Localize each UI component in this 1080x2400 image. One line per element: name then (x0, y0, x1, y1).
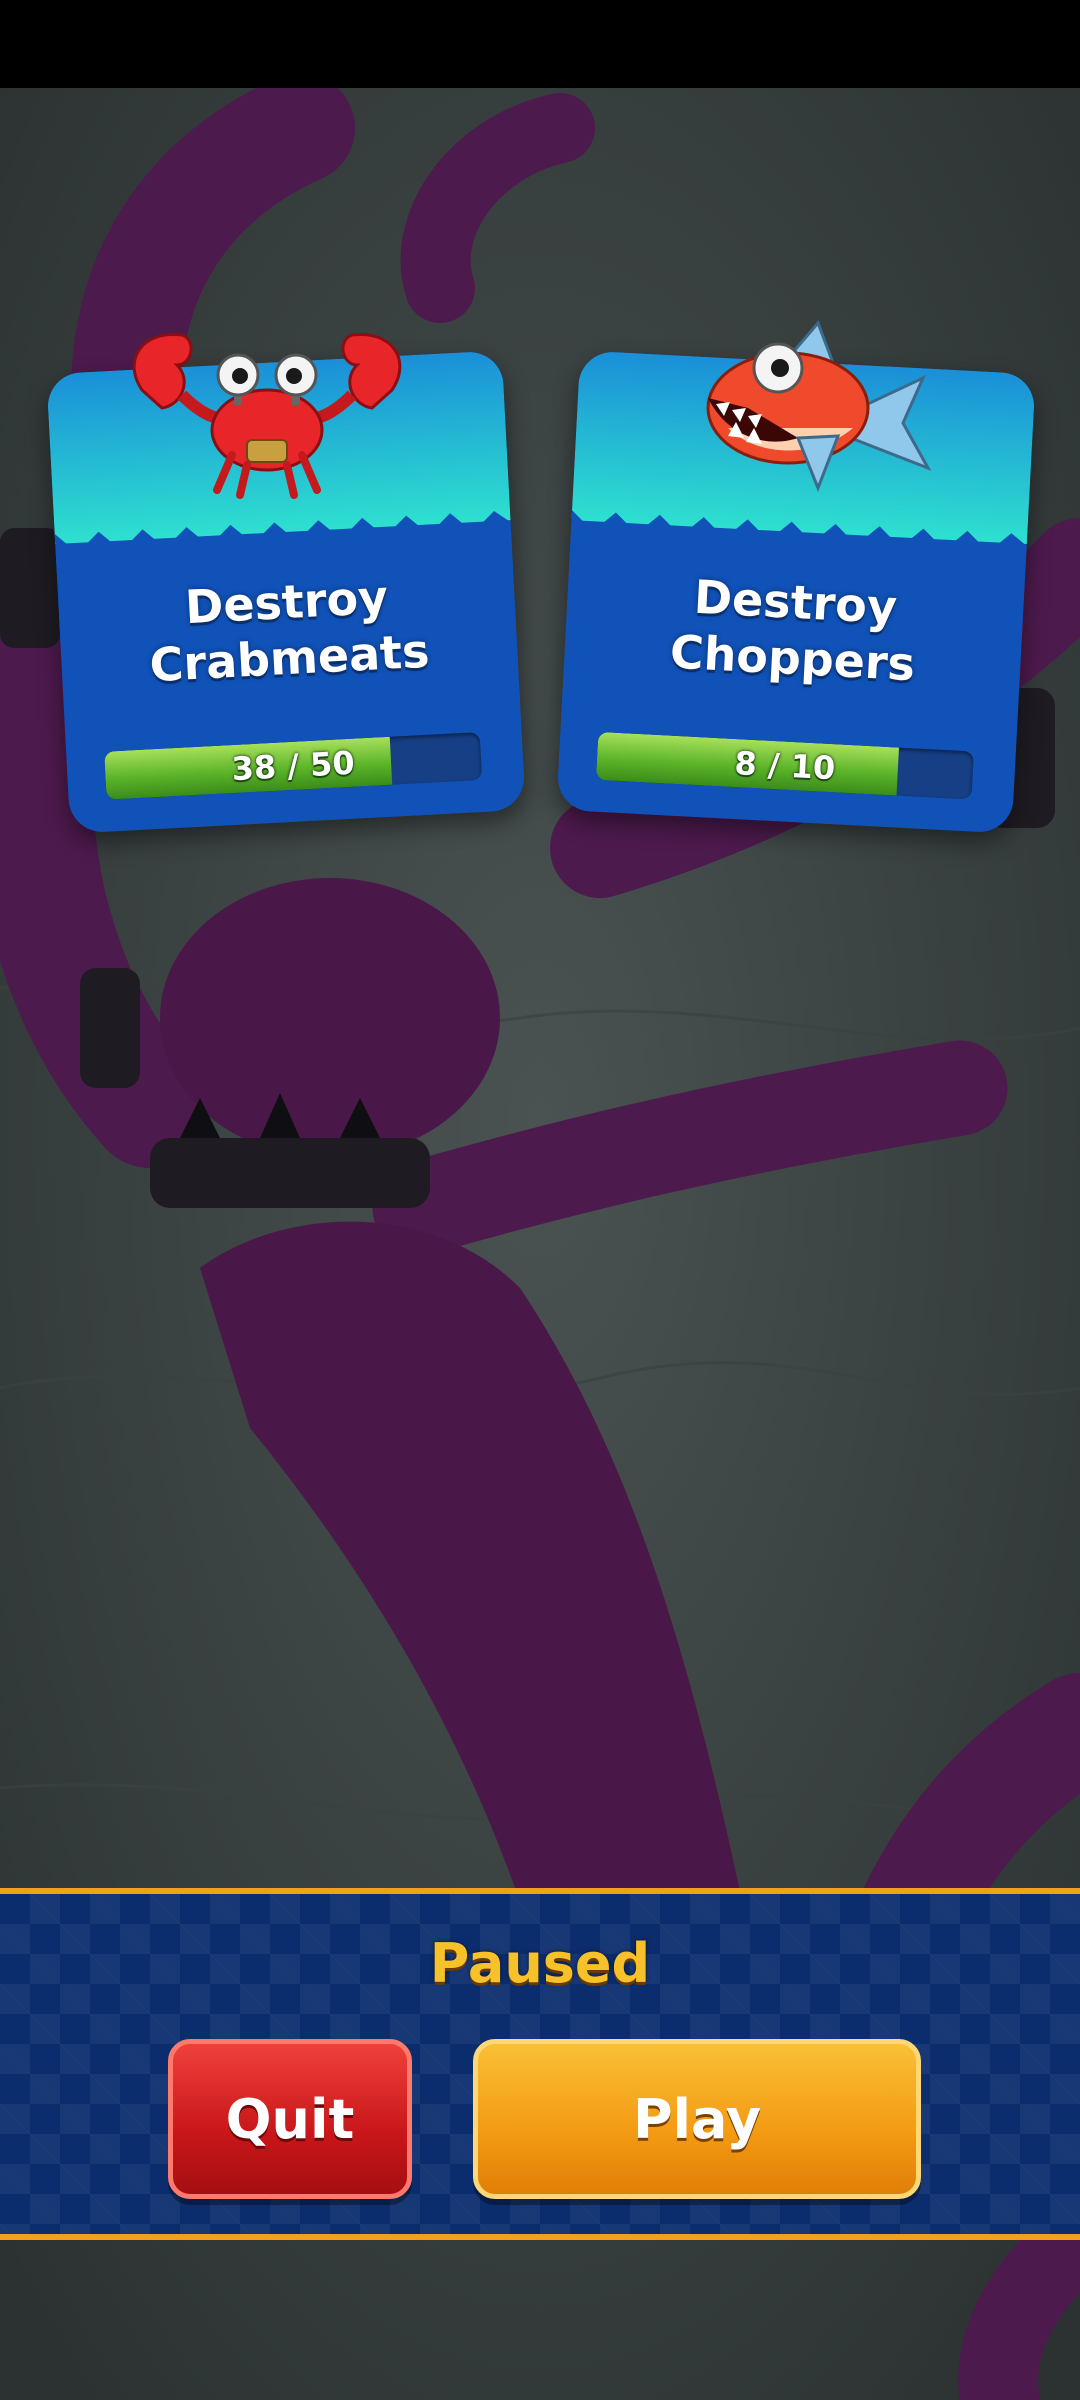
mission-title: Destroy Crabmeats (148, 569, 431, 693)
status-bar (0, 0, 1080, 88)
pause-title: Paused (429, 1932, 651, 1995)
play-button[interactable]: Play (473, 2039, 921, 2199)
play-button-label: Play (632, 2087, 762, 2151)
quit-button[interactable]: Quit (168, 2039, 412, 2199)
mission-title: Destroy Choppers (668, 569, 917, 692)
quit-button-label: Quit (225, 2087, 355, 2151)
crabmeat-icon (132, 332, 402, 499)
chopper-icon (706, 320, 932, 493)
pause-menu-panel: Paused Quit Play (0, 1888, 1080, 2240)
